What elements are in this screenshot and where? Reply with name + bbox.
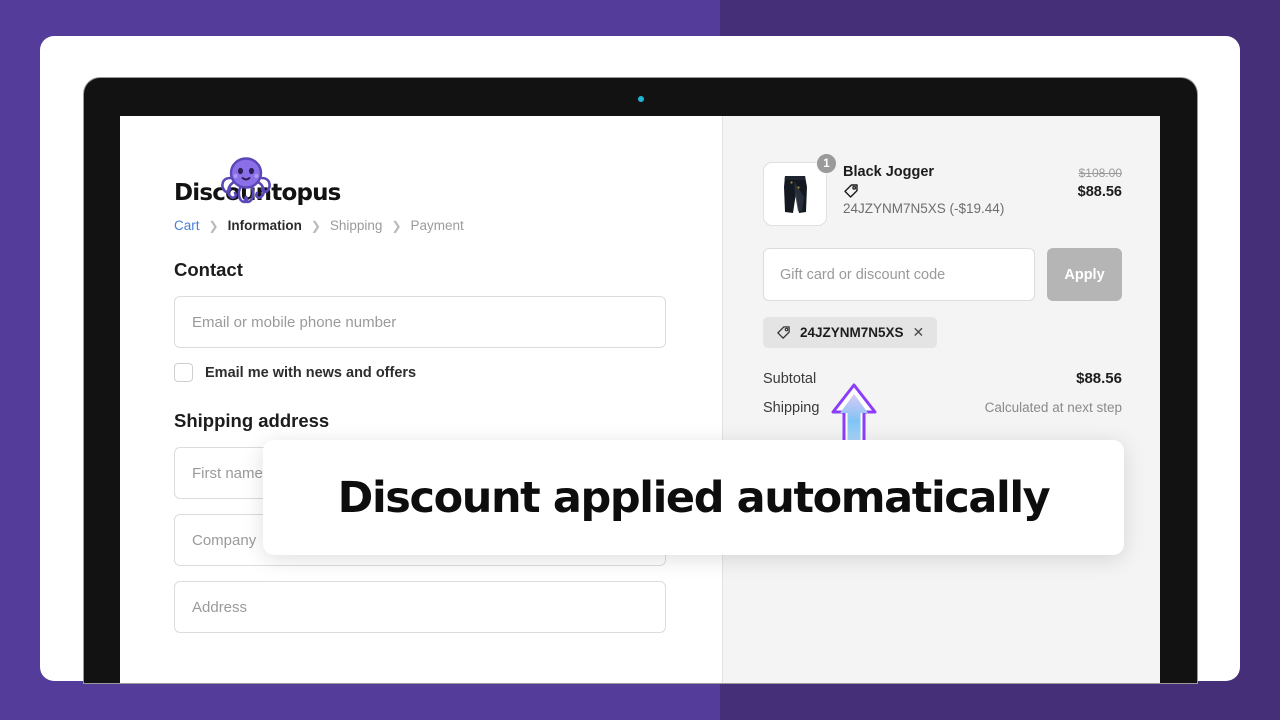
breadcrumb-item-information[interactable]: Information [228, 218, 302, 233]
subtotal-value: $88.56 [1076, 370, 1122, 387]
browser-viewport: Discountopus Cart ❯ Information ❯ Shippi… [120, 116, 1160, 683]
checkout-form-panel: Discountopus Cart ❯ Information ❯ Shippi… [120, 116, 722, 683]
breadcrumb-item-payment[interactable]: Payment [411, 218, 464, 233]
screenshot-stage: Discountopus Cart ❯ Information ❯ Shippi… [0, 0, 1280, 720]
breadcrumb: Cart ❯ Information ❯ Shipping ❯ Payment [174, 218, 722, 233]
discount-code-input[interactable]: Gift card or discount code [763, 248, 1035, 301]
newsletter-label: Email me with news and offers [205, 364, 417, 381]
discount-code-row: Gift card or discount code Apply [763, 248, 1122, 301]
contact-section-title: Contact [174, 259, 243, 280]
newsletter-checkbox-row[interactable]: Email me with news and offers [174, 363, 722, 382]
product-prices: $108.00 $88.56 [1078, 162, 1122, 200]
company-placeholder: Company [192, 531, 257, 549]
newsletter-checkbox[interactable] [174, 363, 193, 382]
product-tag-row [843, 183, 1062, 199]
breadcrumb-separator-icon: ❯ [208, 218, 219, 233]
quantity-badge: 1 [816, 153, 837, 174]
product-name: Black Jogger [843, 164, 935, 180]
breadcrumb-separator-icon: ❯ [310, 218, 321, 233]
price-tag-icon [777, 326, 790, 339]
order-summary-panel: 1 Black Jogger 24JZYNM7N5XS (-$19.44) $1… [723, 116, 1160, 683]
applied-discount-chip: 24JZYNM7N5XS ✕ [763, 317, 938, 348]
product-discount-code-line: 24JZYNM7N5XS (-$19.44) [843, 201, 1005, 216]
breadcrumb-item-cart[interactable]: Cart [174, 218, 200, 233]
email-field-placeholder: Email or mobile phone number [192, 313, 397, 331]
email-field[interactable]: Email or mobile phone number [174, 296, 666, 348]
caption-banner: Discount applied automatically [263, 440, 1124, 555]
breadcrumb-separator-icon: ❯ [391, 218, 402, 233]
black-joggers-photo [768, 167, 822, 221]
applied-discount-code: 24JZYNM7N5XS [800, 325, 904, 340]
discount-code-placeholder: Gift card or discount code [780, 266, 946, 283]
price-tag-icon [844, 184, 858, 198]
subtotal-row: Subtotal $88.56 [763, 370, 1122, 387]
price-discounted: $88.56 [1077, 184, 1122, 200]
product-thumbnail [763, 162, 827, 226]
order-line-item: 1 Black Jogger 24JZYNM7N5XS (-$19.44) $1… [763, 153, 1122, 226]
shipping-value: Calculated at next step [984, 400, 1122, 415]
apply-button[interactable]: Apply [1047, 248, 1122, 301]
address-field[interactable]: Address [174, 581, 666, 633]
shipping-row: Shipping Calculated at next step [763, 400, 1122, 416]
shipping-section-title: Shipping address [174, 410, 330, 431]
webcam-dot [637, 96, 644, 102]
caption-banner-text: Discount applied automatically [337, 472, 1051, 523]
octopus-mascot-icon [221, 157, 271, 204]
laptop-frame: Discountopus Cart ❯ Information ❯ Shippi… [84, 78, 1197, 683]
product-thumbnail-wrap: 1 [763, 153, 837, 226]
subtotal-label: Subtotal [763, 371, 817, 387]
remove-discount-icon[interactable]: ✕ [913, 324, 925, 341]
product-info: Black Jogger 24JZYNM7N5XS (-$19.44) [843, 162, 1062, 216]
shipping-label: Shipping [763, 400, 820, 416]
price-original: $108.00 [1078, 166, 1122, 180]
store-logo[interactable]: Discountopus [174, 157, 341, 210]
address-placeholder: Address [192, 598, 248, 616]
breadcrumb-item-shipping[interactable]: Shipping [330, 218, 383, 233]
